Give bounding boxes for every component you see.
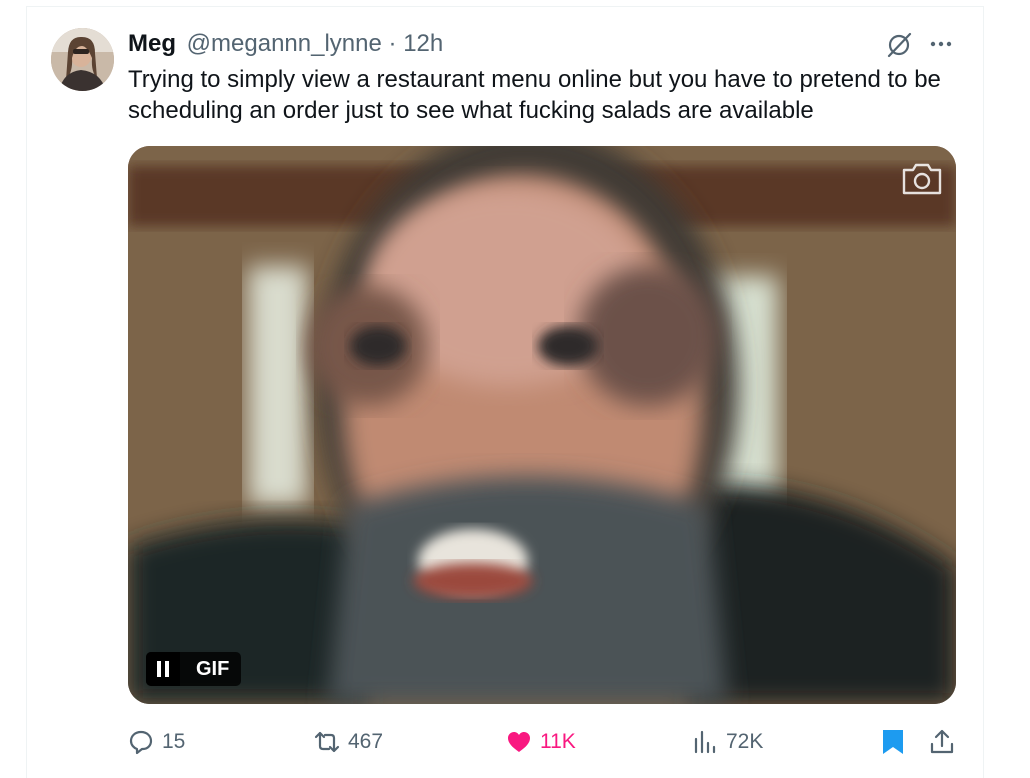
like-button[interactable]: 11K [506,722,576,762]
like-icon [508,732,530,752]
share-icon[interactable] [928,728,956,756]
header-separator: · [388,30,397,57]
views-icon [694,730,716,754]
views-button[interactable]: 72K [692,722,763,762]
tweet-text: Trying to simply view a restaurant menu … [128,66,941,124]
reply-button[interactable]: 15 [128,722,185,762]
repost-icon [314,731,340,753]
gif-badge[interactable]: GIF [146,652,242,686]
author-avatar[interactable] [51,28,114,91]
bookmark-icon[interactable] [880,728,906,756]
repost-count: 467 [348,730,384,753]
grok-icon[interactable] [884,30,914,60]
camera-icon[interactable] [900,160,944,198]
like-count: 11K [540,730,576,753]
tweet-media-gif[interactable]: GIF [128,146,956,704]
tweet-header: Meg @megannn_lynne · 12h [128,30,443,58]
author-name[interactable]: Meg [128,30,176,57]
author-handle[interactable]: @megannn_lynne [187,30,382,57]
reply-count: 15 [162,730,186,753]
tweet-timestamp[interactable]: 12h [403,30,443,57]
pause-icon[interactable] [146,652,180,686]
reply-icon [129,730,153,755]
gif-label: GIF [196,657,230,680]
gif-frame [128,146,956,704]
tweet-actions: 15 467 11K 72K [128,722,958,762]
views-count: 72K [726,730,764,753]
repost-button[interactable]: 467 [314,722,383,762]
more-icon[interactable] [926,29,956,59]
